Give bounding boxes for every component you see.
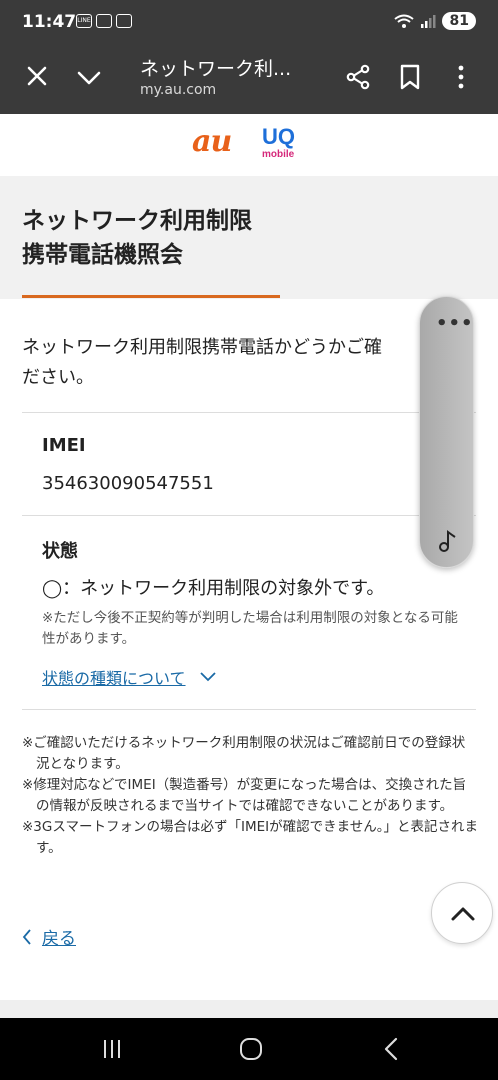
- close-icon[interactable]: [24, 63, 50, 89]
- footnote: ※ご確認いただけるネットワーク利用制限の状況はご確認前日での登録状況となります。: [22, 735, 466, 772]
- state-value: ◯：ネットワーク利用制限の対象外です。: [42, 578, 385, 599]
- page-title-line-1: ネットワーク利用制限: [22, 208, 252, 234]
- back-icon[interactable]: [380, 1037, 404, 1061]
- more-options-icon[interactable]: [454, 64, 468, 90]
- page-tab-title[interactable]: ネットワーク利...: [140, 54, 291, 81]
- page-title: ネットワーク利用制限 携帯電話機照会: [22, 204, 252, 272]
- footnotes: ※ご確認いただけるネットワーク利用制限の状況はご確認前日での登録状況となります。…: [22, 733, 478, 859]
- scroll-to-top-button[interactable]: [431, 882, 493, 944]
- page-url[interactable]: my.au.com: [140, 82, 216, 98]
- state-note: ※ただし今後不正契約等が判明した場合は利用制限の対象となる可能性があります。: [42, 610, 458, 647]
- mail-icon: [96, 14, 112, 28]
- divider: [22, 412, 476, 413]
- divider: [22, 515, 476, 516]
- recent-apps-icon[interactable]: [100, 1038, 124, 1060]
- intro-line-2: ださい。: [22, 367, 94, 388]
- battery-indicator: 81: [441, 12, 476, 30]
- imei-value: 354630090547551: [42, 473, 214, 494]
- floating-side-panel[interactable]: •••: [419, 296, 474, 568]
- state-types-link[interactable]: 状態の種類について: [42, 665, 216, 689]
- browser-toolbar: ネットワーク利... my.au.com: [0, 44, 498, 114]
- state-types-link-label: 状態の種類について: [42, 669, 186, 688]
- divider: [22, 709, 476, 710]
- footnote: ※3Gスマートフォンの場合は必ず「IMEIが確認できません。」と表記されます。: [22, 819, 478, 856]
- bookmark-icon[interactable]: [398, 64, 422, 90]
- status-time: 11:47: [22, 12, 77, 32]
- page-title-line-2: 携帯電話機照会: [22, 242, 183, 268]
- imei-label: IMEI: [42, 435, 86, 456]
- system-navigation-bar: [0, 1018, 498, 1080]
- state-label: 状態: [42, 541, 78, 562]
- brand-header: au UQ mobile: [0, 114, 498, 176]
- status-bar: 11:47 LINE 81: [0, 0, 498, 44]
- signal-icon: [420, 15, 436, 28]
- back-link-label: 戻る: [42, 929, 76, 949]
- chevron-down-icon: [199, 672, 216, 682]
- page-footer-band: [0, 1000, 498, 1018]
- home-icon[interactable]: [239, 1037, 263, 1061]
- au-logo[interactable]: au: [192, 124, 232, 159]
- wifi-icon: [393, 14, 414, 28]
- footnote: ※修理対応などでIMEI（製造番号）が変更になった場合は、交換された旨の情報が反…: [22, 777, 467, 814]
- uq-logo[interactable]: UQ: [262, 124, 295, 150]
- uq-mobile-logo: mobile: [262, 149, 295, 160]
- music-note-icon[interactable]: [437, 529, 459, 553]
- line-app-icon: LINE: [76, 14, 92, 28]
- panel-menu-icon[interactable]: •••: [436, 313, 474, 334]
- back-link[interactable]: 戻る: [22, 924, 76, 949]
- chevron-down-icon[interactable]: [76, 65, 102, 91]
- share-icon[interactable]: [345, 64, 371, 90]
- title-underline: [22, 295, 280, 298]
- chevron-left-icon: [22, 928, 31, 945]
- sync-icon: [116, 14, 132, 28]
- notification-icons: LINE: [76, 14, 132, 28]
- intro-line-1: ネットワーク利用制限携帯電話かどうかご確: [22, 337, 382, 358]
- chevron-up-icon: [451, 907, 475, 921]
- page-title-section: ネットワーク利用制限 携帯電話機照会: [0, 176, 498, 299]
- status-right: 81: [393, 12, 476, 30]
